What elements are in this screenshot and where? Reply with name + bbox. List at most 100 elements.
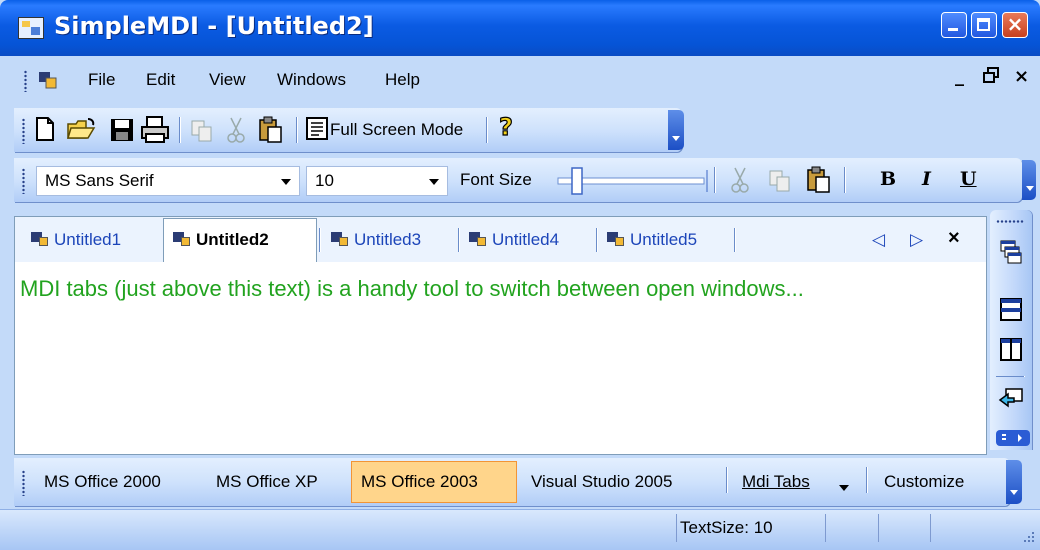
mdi-tabs-dropdown[interactable]: Mdi Tabs — [742, 472, 810, 492]
copy-icon-disabled[interactable] — [768, 169, 792, 197]
paste-icon[interactable] — [258, 116, 284, 148]
tab-untitled3[interactable]: Untitled3 — [330, 230, 421, 250]
title-bar[interactable]: SimpleMDI - [Untitled2] × — [0, 0, 1040, 56]
document-text[interactable]: MDI tabs (just above this text) is a han… — [20, 276, 804, 302]
toolbar-separator — [844, 167, 845, 193]
tab-untitled4[interactable]: Untitled4 — [468, 230, 559, 250]
tab-label: Untitled3 — [354, 230, 422, 249]
font-size-slider[interactable] — [552, 166, 712, 196]
tab-label: Untitled1 — [54, 230, 122, 249]
tab-label: Untitled5 — [630, 230, 698, 249]
tab-label: Untitled2 — [196, 230, 269, 249]
tab-untitled2[interactable]: Untitled2 — [172, 230, 269, 250]
vertical-toolbar-overflow[interactable] — [996, 430, 1030, 446]
status-separator — [676, 514, 677, 542]
document-icon — [606, 230, 626, 248]
toolbar-separator — [996, 376, 1024, 377]
tab-separator — [319, 228, 320, 252]
window-title: SimpleMDI - [Untitled2] — [54, 12, 374, 40]
font-name-combo[interactable]: MS Sans Serif — [36, 166, 300, 196]
format-toolbar-overflow[interactable] — [1022, 160, 1036, 200]
new-icon[interactable] — [34, 116, 56, 146]
minimize-button[interactable] — [941, 12, 967, 38]
tab-label: Untitled4 — [492, 230, 560, 249]
tab-separator — [596, 228, 597, 252]
format-toolbar-grip[interactable] — [22, 168, 25, 194]
font-name-value: MS Sans Serif — [45, 171, 154, 190]
menu-view[interactable]: View — [209, 70, 246, 90]
italic-button[interactable]: I — [922, 168, 931, 190]
document-icon — [330, 230, 350, 248]
tile-vertical-icon[interactable] — [1000, 338, 1022, 366]
standard-toolbar-grip[interactable] — [22, 118, 25, 144]
tab-close-button[interactable]: × — [948, 227, 960, 250]
tab-separator — [734, 228, 735, 252]
tab-separator — [458, 228, 459, 252]
style-ms-office-xp[interactable]: MS Office XP — [216, 472, 318, 492]
menu-windows[interactable]: Windows — [277, 70, 346, 90]
document-icon — [468, 230, 488, 248]
font-size-combo[interactable]: 10 — [306, 166, 448, 196]
document-window-icon[interactable] — [38, 70, 60, 90]
chevron-down-icon[interactable] — [838, 478, 850, 491]
status-text-size: TextSize: 10 — [680, 518, 773, 537]
cut-icon-disabled[interactable] — [730, 166, 750, 198]
standard-toolbar-overflow[interactable] — [668, 110, 684, 150]
style-ms-office-2000[interactable]: MS Office 2000 — [44, 472, 161, 492]
svg-text:?: ? — [499, 113, 513, 141]
customize-button[interactable]: Customize — [884, 472, 964, 492]
mdi-minimize-button[interactable]: _ — [955, 66, 964, 87]
full-screen-icon[interactable] — [306, 117, 328, 145]
save-icon[interactable] — [110, 118, 134, 146]
restore-icon — [983, 67, 999, 83]
underline-button[interactable]: U — [960, 168, 977, 190]
tile-horizontal-icon[interactable] — [1000, 298, 1022, 326]
copy-icon-disabled[interactable] — [190, 119, 214, 147]
arrange-icons-icon[interactable] — [998, 386, 1024, 416]
style-toolbar-grip[interactable] — [22, 470, 25, 496]
status-separator — [930, 514, 931, 542]
menubar-grip[interactable] — [24, 70, 27, 92]
close-button[interactable]: × — [1002, 12, 1028, 38]
cascade-icon[interactable] — [1000, 240, 1022, 268]
toolbar-separator — [726, 467, 727, 493]
tab-scroll-left-button[interactable]: ◁ — [872, 230, 885, 250]
status-bar — [0, 509, 1040, 550]
menu-file[interactable]: File — [88, 70, 115, 90]
chevron-down-icon[interactable] — [425, 171, 443, 191]
toolbar-separator — [714, 167, 715, 193]
font-size-slider-label: Font Size — [460, 170, 532, 189]
bold-button[interactable]: B — [880, 168, 896, 190]
paste-icon[interactable] — [806, 166, 832, 198]
menu-help[interactable]: Help — [385, 70, 420, 90]
style-visual-studio-2005[interactable]: Visual Studio 2005 — [531, 472, 672, 492]
close-icon: × — [1006, 12, 1024, 36]
toolbar-separator — [486, 117, 487, 143]
mdi-close-button[interactable]: × — [1014, 66, 1029, 87]
vertical-toolbar-grip[interactable] — [996, 220, 1024, 223]
status-separator — [878, 514, 879, 542]
full-screen-mode-button[interactable]: Full Screen Mode — [330, 120, 463, 140]
style-toolbar-overflow[interactable] — [1006, 460, 1022, 504]
chevron-down-icon[interactable] — [277, 171, 295, 191]
help-icon[interactable]: ? — [497, 112, 517, 145]
open-icon[interactable] — [66, 116, 98, 146]
mdi-restore-button[interactable] — [983, 67, 999, 87]
menu-edit[interactable]: Edit — [146, 70, 175, 90]
toolbar-separator — [866, 467, 867, 493]
cut-icon-disabled[interactable] — [226, 116, 246, 148]
maximize-button[interactable] — [971, 12, 997, 38]
tab-untitled1[interactable]: Untitled1 — [30, 230, 121, 250]
tab-scroll-right-button[interactable]: ▷ — [910, 230, 923, 250]
resize-grip-icon[interactable] — [1020, 528, 1036, 544]
status-separator — [825, 514, 826, 542]
font-size-value: 10 — [315, 171, 334, 190]
toolbar-separator — [179, 117, 180, 143]
print-icon[interactable] — [140, 116, 170, 148]
maximize-icon — [977, 18, 990, 31]
document-icon — [30, 230, 50, 248]
tab-untitled5[interactable]: Untitled5 — [606, 230, 697, 250]
style-ms-office-2003[interactable]: MS Office 2003 — [361, 472, 478, 492]
app-icon[interactable] — [18, 17, 44, 39]
document-icon — [172, 230, 192, 248]
